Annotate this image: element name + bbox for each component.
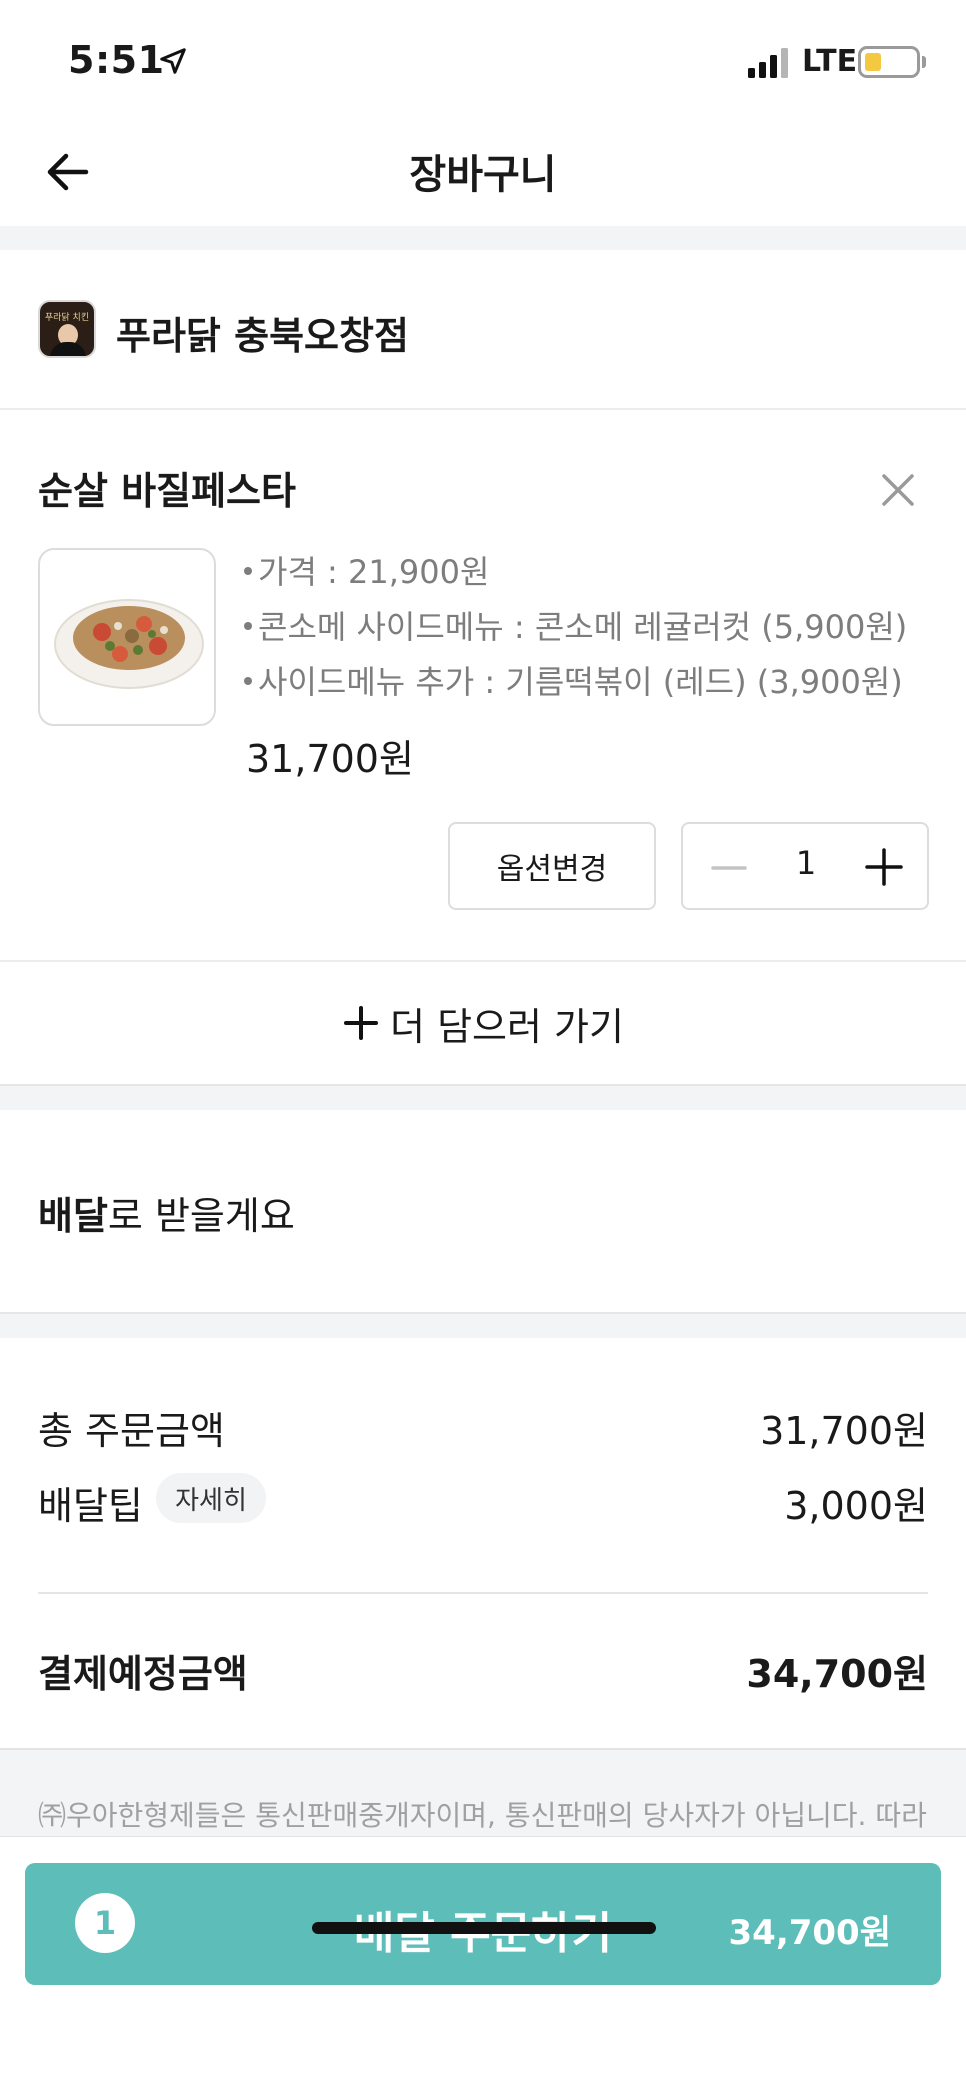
bottom-bar: 1 배달 주문하기 34,700원	[0, 1836, 966, 2091]
item-price: 31,700원	[246, 737, 414, 781]
delivery-method[interactable]: 배달로 받을게요	[38, 1185, 295, 1240]
delivery-method-rest: 로 받을게요	[107, 1194, 295, 1238]
network-label: LTE	[802, 44, 858, 79]
close-icon[interactable]	[876, 468, 920, 512]
quantity-stepper: 1	[681, 822, 929, 910]
item-image	[38, 548, 216, 726]
add-more-label: 더 담으러 가기	[390, 1004, 624, 1049]
add-more-button[interactable]: 더 담으러 가기	[0, 960, 966, 1084]
payment-total-row: 결제예정금액 34,700원	[38, 1643, 928, 1703]
quantity-value: 1	[795, 844, 817, 882]
option-line: 콘소메 사이드메뉴 : 콘소메 레귤러컷 (5,900원)	[242, 603, 942, 658]
disclaimer-text: ㈜우아한형제들은 통신판매중개자이며, 통신판매의 당사자가 아닙니다. 따라	[38, 1799, 927, 1832]
option-line: 사이드메뉴 추가 : 기름떡볶이 (레드) (3,900원)	[242, 658, 942, 713]
location-arrow-icon	[160, 48, 186, 74]
battery-tip	[922, 56, 926, 68]
home-indicator	[312, 1922, 656, 1934]
store-logo-text: 푸라닭 치킨	[44, 313, 90, 323]
signal-icon	[748, 48, 788, 78]
store-name: 푸라닭 충북오창점	[116, 314, 409, 358]
store-logo: 푸라닭 치킨	[38, 300, 96, 358]
delivery-tip-row: 배달팁 자세히 3,000원	[38, 1473, 928, 1535]
section-divider	[0, 1312, 966, 1338]
section-divider	[0, 226, 966, 250]
order-total-value: 31,700원	[760, 1409, 928, 1453]
delivery-tip-label: 배달팁	[38, 1484, 143, 1528]
item-options: 가격 : 21,900원 콘소메 사이드메뉴 : 콘소메 레귤러컷 (5,900…	[242, 548, 942, 713]
order-total-row: 총 주문금액 31,700원	[38, 1400, 928, 1460]
plus-icon[interactable]	[861, 844, 907, 890]
order-total-label: 총 주문금액	[38, 1409, 225, 1453]
status-bar: 5:51 LTE	[0, 0, 966, 120]
payment-value: 34,700원	[746, 1652, 928, 1696]
minus-icon[interactable]	[707, 846, 751, 890]
page-title: 장바구니	[409, 152, 557, 198]
payment-label: 결제예정금액	[38, 1652, 248, 1696]
nav-header: 장바구니	[0, 120, 966, 226]
status-time: 5:51	[68, 38, 165, 82]
section-divider	[0, 1084, 966, 1110]
option-line: 가격 : 21,900원	[242, 548, 942, 603]
store-row[interactable]: 푸라닭 치킨 푸라닭 충북오창점	[0, 250, 966, 410]
delivery-tip-value: 3,000원	[784, 1484, 928, 1528]
item-name: 순살 바질페스타	[38, 469, 296, 513]
option-change-button[interactable]: 옵션변경	[448, 822, 656, 910]
delivery-tip-detail-button[interactable]: 자세히	[156, 1473, 266, 1523]
plus-icon	[344, 1006, 379, 1040]
order-button-total: 34,700원	[728, 1913, 891, 1953]
summary-divider	[38, 1592, 928, 1594]
delivery-method-strong: 배달	[38, 1194, 108, 1238]
battery-icon	[858, 46, 920, 78]
